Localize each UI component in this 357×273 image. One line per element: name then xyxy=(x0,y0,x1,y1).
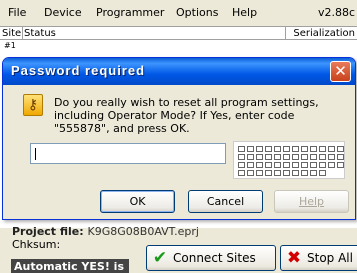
cancel-button[interactable]: Cancel xyxy=(188,190,263,213)
stop-all-label: Stop All xyxy=(307,251,353,265)
cancel-label: Cancel xyxy=(206,195,245,208)
keyboard-row xyxy=(238,146,344,152)
menu-help[interactable]: Help xyxy=(232,6,257,19)
help-label: Help xyxy=(298,195,325,208)
connect-sites-button[interactable]: ✔ Connect Sites xyxy=(146,245,276,271)
ok-label: OK xyxy=(129,195,146,208)
column-divider[interactable] xyxy=(22,27,23,40)
project-file-line: Project file: K9G8G08B0AVT.eprj xyxy=(12,225,199,238)
column-site[interactable]: Site xyxy=(2,27,21,40)
column-status[interactable]: Status xyxy=(24,27,56,40)
menu-device[interactable]: Device xyxy=(44,6,82,19)
keyboard-row xyxy=(238,154,344,160)
sites-table-header: Site Status Serialization xyxy=(0,26,357,40)
on-screen-keyboard-icon[interactable] xyxy=(233,141,345,179)
help-button[interactable]: Help xyxy=(274,190,349,213)
project-file-value: K9G8G08B0AVT.eprj xyxy=(87,225,199,238)
menu-options[interactable]: Options xyxy=(176,6,218,19)
dialog-message: Do you really wish to reset all program … xyxy=(54,96,319,135)
ok-button[interactable]: OK xyxy=(100,190,175,213)
key-icon: ⚷ xyxy=(23,94,43,116)
dialog-titlebar[interactable]: Password required ✕ xyxy=(3,58,355,85)
automatic-yes-status-badge: Automatic YES! is On xyxy=(11,259,129,273)
password-dialog: Password required ✕ ⚷ Do you really wish… xyxy=(2,57,356,220)
menu-file[interactable]: File xyxy=(8,6,26,19)
table-row-site[interactable]: #1 xyxy=(4,41,16,50)
project-file-label: Project file: xyxy=(12,225,84,238)
column-serialization[interactable]: Serialization xyxy=(293,27,355,40)
stop-x-icon: ✖ xyxy=(286,248,302,268)
close-icon: ✕ xyxy=(334,62,347,80)
dialog-body: ⚷ Do you really wish to reset all progra… xyxy=(6,85,352,217)
menu-programmer[interactable]: Programmer xyxy=(96,6,164,19)
keyboard-row xyxy=(238,162,344,168)
column-divider[interactable] xyxy=(285,27,286,40)
chksum-label: Chksum: xyxy=(12,238,61,251)
connect-sites-label: Connect Sites xyxy=(173,251,256,265)
check-icon: ✔ xyxy=(152,248,168,268)
close-button[interactable]: ✕ xyxy=(330,61,351,82)
password-input[interactable] xyxy=(30,143,226,164)
keyboard-row xyxy=(238,170,326,176)
dialog-title: Password required xyxy=(11,63,146,78)
menu-bar: File Device Programmer Options Help v2.8… xyxy=(0,0,357,26)
text-caret xyxy=(35,148,36,160)
version-label: v2.88c xyxy=(318,6,356,19)
stop-all-button[interactable]: ✖ Stop All xyxy=(280,245,357,271)
